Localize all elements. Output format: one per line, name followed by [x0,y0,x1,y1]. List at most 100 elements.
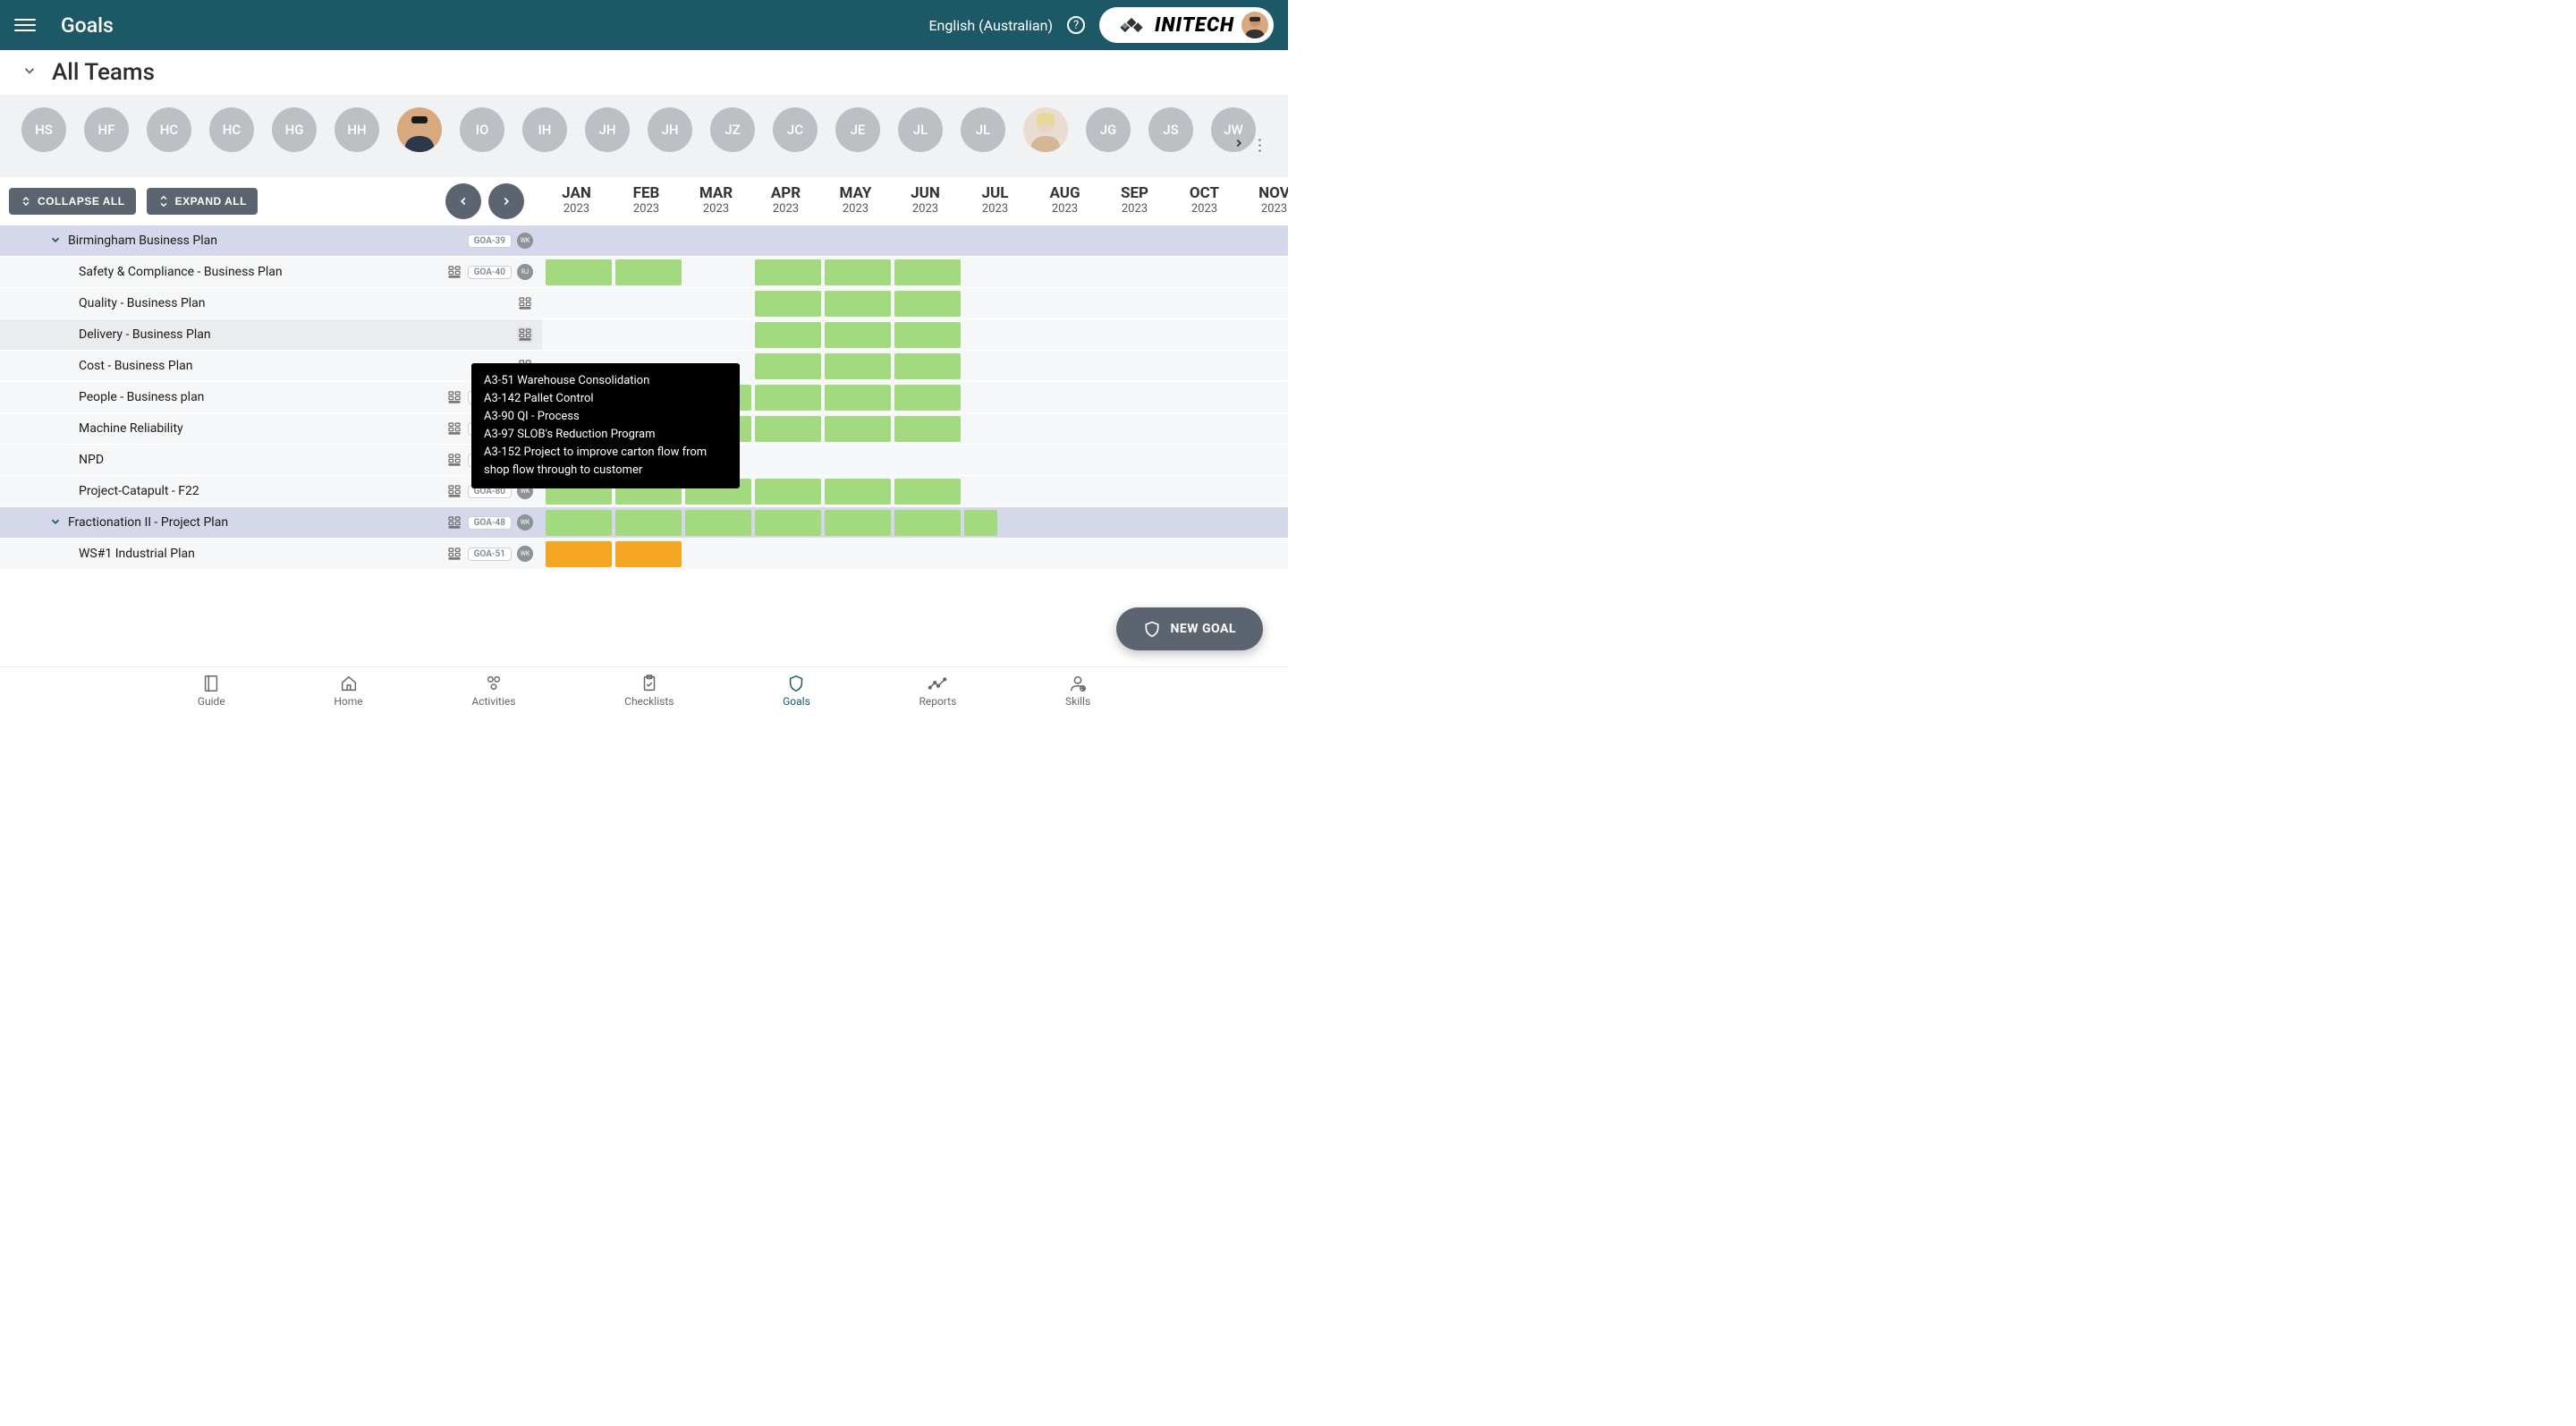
dashboard-icon[interactable] [446,389,462,405]
gantt-bar[interactable] [825,385,891,411]
avatar-HG[interactable]: HG [272,107,317,152]
nav-activities[interactable]: Activities [471,674,515,708]
gantt-bar[interactable] [755,228,821,254]
assignee-avatar[interactable]: WK [517,546,533,562]
avatar-IO[interactable]: IO [460,107,504,152]
gantt-bar[interactable] [894,385,961,411]
gantt-bar[interactable] [825,228,891,254]
gantt-bar[interactable] [755,479,821,505]
gantt-bar[interactable] [894,228,961,254]
avatar-JH[interactable]: JH [648,107,692,152]
language-selector[interactable]: English (Australian) [928,17,1053,34]
gantt-row[interactable]: NPDGOA-76WK [0,445,542,476]
gantt-bar[interactable] [964,228,1030,254]
avatar-HC[interactable]: HC [209,107,254,152]
nav-home[interactable]: Home [334,674,362,708]
help-icon[interactable]: ? [1067,16,1085,34]
gantt-row[interactable]: WS#1 Industrial PlanGOA-51WK [0,539,542,570]
nav-goals[interactable]: Goals [783,674,810,708]
gantt-row[interactable]: Cost - Business Plan [0,351,542,382]
gantt-bar[interactable] [546,541,612,567]
gantt-bar[interactable] [755,322,821,348]
gantt-bar[interactable] [685,228,751,254]
avatar-HC[interactable]: HC [147,107,191,152]
avatar-JS[interactable]: JS [1148,107,1193,152]
gantt-row[interactable]: People - Business planGOA-44WK [0,382,542,413]
gantt-row[interactable]: Project-Catapult - F22GOA-80WK [0,476,542,507]
brand-badge[interactable]: INITECH [1099,7,1274,43]
nav-skills[interactable]: Skills [1065,674,1090,708]
dashboard-icon[interactable] [446,264,462,280]
gantt-bar[interactable] [894,353,961,379]
dashboard-icon[interactable] [446,546,462,562]
gantt-bar[interactable] [894,259,961,285]
avatar-HS[interactable]: HS [21,107,66,152]
assignee-avatar[interactable]: WK [517,514,533,531]
gantt-bar[interactable] [755,353,821,379]
gantt-bar[interactable] [894,510,961,536]
collapse-all-button[interactable]: COLLAPSE ALL [9,188,136,215]
gantt-bar[interactable] [964,510,997,536]
gantt-bar[interactable] [825,259,891,285]
new-goal-button[interactable]: NEW GOAL [1116,607,1263,650]
gantt-bar[interactable] [755,416,821,442]
gantt-bar[interactable] [825,291,891,317]
dashboard-icon[interactable] [446,452,462,468]
gantt-row[interactable]: Machine ReliabilityGOA-45PM [0,413,542,445]
assignee-avatar[interactable]: RJ [517,264,533,280]
gantt-bar[interactable] [755,385,821,411]
expand-toggle-icon[interactable] [47,515,64,531]
nav-checklists[interactable]: Checklists [624,674,674,708]
dashboard-icon[interactable] [517,327,533,343]
dashboard-icon[interactable] [446,420,462,437]
gantt-bar[interactable] [825,479,891,505]
gantt-bar[interactable] [825,416,891,442]
dashboard-icon[interactable] [517,295,533,311]
dashboard-icon[interactable] [446,483,462,499]
strip-next-icon[interactable] [1233,136,1245,153]
gantt-bar[interactable] [755,291,821,317]
gantt-bar[interactable] [894,322,961,348]
gantt-row[interactable]: Quality - Business Plan [0,288,542,319]
avatar-JL[interactable]: JL [961,107,1005,152]
expand-all-button[interactable]: EXPAND ALL [147,188,258,215]
gantt-bar[interactable] [825,353,891,379]
gantt-row[interactable]: Safety & Compliance - Business PlanGOA-4… [0,257,542,288]
gantt-bar[interactable] [755,259,821,285]
avatar-photo-16[interactable] [1023,107,1068,152]
assignee-avatar[interactable]: WK [517,233,533,249]
gantt-bar[interactable] [894,416,961,442]
expand-toggle-icon[interactable] [47,233,64,249]
nav-reports[interactable]: Reports [919,674,956,708]
avatar-photo-6[interactable] [397,107,442,152]
hamburger-menu-icon[interactable] [14,14,36,36]
gantt-row[interactable]: Fractionation II - Project PlanGOA-48WK [0,507,542,539]
nav-guide[interactable]: Guide [198,674,225,708]
gantt-bar[interactable] [755,510,821,536]
avatar-JC[interactable]: JC [773,107,818,152]
avatar-JE[interactable]: JE [835,107,880,152]
gantt-bar[interactable] [894,291,961,317]
gantt-row[interactable]: Delivery - Business Plan [0,319,542,351]
gantt-bar[interactable] [615,228,682,254]
dashboard-icon[interactable] [446,514,462,531]
avatar-JL[interactable]: JL [898,107,943,152]
gantt-bar[interactable] [546,228,612,254]
gantt-bar[interactable] [825,322,891,348]
gantt-bar[interactable] [615,541,682,567]
gantt-bar[interactable] [825,510,891,536]
gantt-bar[interactable] [546,259,612,285]
avatar-JH[interactable]: JH [585,107,630,152]
user-avatar[interactable] [1241,12,1268,38]
avatar-IH[interactable]: IH [522,107,567,152]
gantt-bar[interactable] [685,510,751,536]
gantt-next-button[interactable] [488,183,524,219]
gantt-bar[interactable] [615,259,682,285]
gantt-bar[interactable] [1034,228,1100,254]
more-options-icon[interactable]: ⋯ [1250,138,1269,152]
gantt-row[interactable]: Birmingham Business PlanGOA-39WK [0,225,542,257]
avatar-HH[interactable]: HH [335,107,379,152]
gantt-bar[interactable] [546,510,612,536]
gantt-prev-button[interactable] [445,183,481,219]
gantt-bar[interactable] [894,479,961,505]
